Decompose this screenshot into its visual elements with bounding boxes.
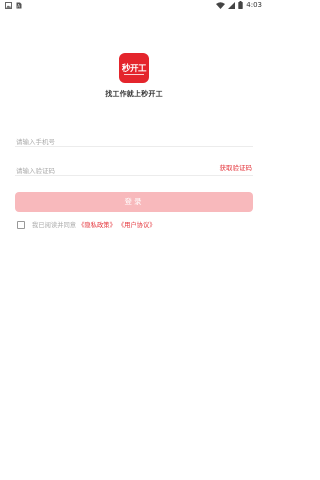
status-bar-left: A — [5, 2, 22, 9]
gallery-notification-icon — [5, 2, 12, 9]
status-bar: A 4:03 — [0, 0, 268, 13]
privacy-policy-link[interactable]: 《隐私政策》 — [78, 220, 116, 229]
login-button[interactable]: 登录 — [15, 192, 253, 212]
battery-icon — [238, 1, 243, 9]
app-logo-underline — [124, 74, 144, 75]
svg-text:A: A — [17, 4, 20, 9]
user-agreement-link[interactable]: 《用户协议》 — [118, 220, 156, 229]
status-bar-right: 4:03 — [216, 1, 262, 9]
app-logo: 秒开工 — [119, 53, 149, 83]
verification-code-input[interactable] — [15, 163, 165, 179]
app-tagline: 找工作就上秒开工 — [105, 90, 163, 98]
signal-icon — [228, 1, 236, 9]
get-code-button[interactable]: 获取验证码 — [220, 162, 253, 172]
app-logo-text: 秒开工 — [121, 64, 147, 74]
phone-input[interactable] — [15, 134, 165, 150]
agreement-text: 我已阅读并同意 — [32, 222, 77, 229]
wifi-icon — [216, 1, 226, 9]
phone-field — [15, 129, 253, 150]
agreement-checkbox[interactable] — [17, 220, 25, 229]
agreement-row: 我已阅读并同意 《隐私政策》 《用户协议》 — [17, 220, 156, 229]
sim-notification-icon: A — [16, 2, 22, 9]
status-time: 4:03 — [246, 1, 262, 9]
code-field: 获取验证码 — [15, 158, 253, 179]
